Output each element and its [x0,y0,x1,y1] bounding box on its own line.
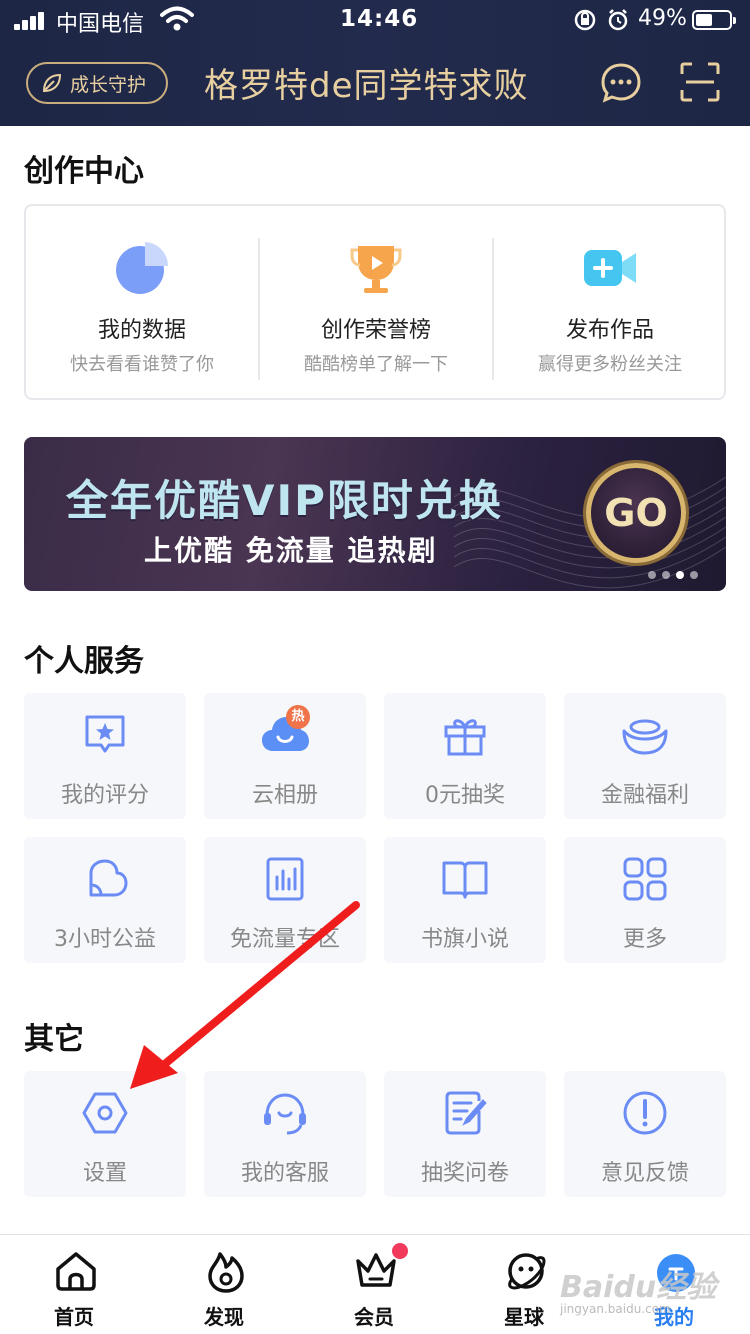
service-label: 更多 [622,927,667,952]
battery-icon [692,10,736,30]
growth-guard-button[interactable]: 成长守护 [26,62,168,104]
crown-icon [356,1253,396,1287]
signal-icon [14,10,46,30]
service-my-rating[interactable]: 我的评分 [24,693,186,819]
planet-icon [508,1253,546,1290]
service-label: 0元抽奖 [425,783,505,808]
creation-center-title: 创作中心 [24,154,144,189]
status-time: 14:46 [340,6,419,32]
tab-label: 会员 [354,1305,394,1329]
grid-icon [623,857,667,901]
tab-label: 我的 [654,1305,694,1329]
trophy-icon [350,246,402,293]
settings-entry[interactable]: 设置 [24,1071,186,1197]
page-dot [662,571,670,579]
star-chat-icon [85,715,125,753]
my-data-subtitle: 快去看看谁赞了你 [70,354,214,375]
data-icon [266,857,304,901]
service-label: 免流量专区 [229,927,340,952]
page-dot [690,571,698,579]
hot-badge: 热 [286,705,310,729]
home-icon [56,1252,96,1291]
service-label: 云相册 [251,783,318,808]
service-free-lottery[interactable]: 0元抽奖 [384,693,546,819]
my-data-title: 我的数据 [97,318,186,343]
tab-label: 首页 [54,1305,94,1329]
customer-service-entry[interactable]: 我的客服 [204,1071,366,1197]
leaf-icon [42,73,62,93]
flame-icon [208,1252,244,1293]
carrier-label: 中国电信 [56,12,145,37]
ingot-icon [622,719,668,755]
creation-card: 我的数据 快去看看谁赞了你 创作荣誉榜 酷酷榜单了解一下 发布作品 赢得更多粉丝… [24,204,726,400]
banner-page-indicator [648,571,698,579]
tab-mine[interactable]: 我的 [624,1235,724,1334]
service-more[interactable]: 更多 [564,837,726,963]
profile-icon [657,1254,695,1292]
bottom-tab-bar: 首页 发现 会员 星球 我的 [0,1234,750,1334]
service-label: 3小时公益 [54,927,156,952]
banner-go-button[interactable]: GO [586,463,686,563]
service-cloud-album[interactable]: 热 云相册 [204,693,366,819]
username[interactable]: 格罗特de同学特求败 [204,58,529,107]
top-header: 中国电信 14:46 49% 成长守护 格罗特de同学特求败 [0,0,750,126]
banner-subtitle: 上优酷 免流量 追热剧 [144,534,438,567]
battery-percent: 49% [638,6,687,31]
settings-icon [82,1092,128,1134]
lock-rotation-alarm-icon [574,9,628,31]
tab-planet[interactable]: 星球 [474,1235,574,1334]
honor-list-subtitle: 酷酷榜单了解一下 [304,354,448,375]
publish-work-entry[interactable]: 发布作品 赢得更多粉丝关注 [494,206,726,398]
tab-home[interactable]: 首页 [24,1235,124,1334]
scan-icon[interactable] [680,62,720,102]
tab-vip[interactable]: 会员 [324,1235,424,1334]
service-charity[interactable]: 3小时公益 [24,837,186,963]
service-free-data-zone[interactable]: 免流量专区 [204,837,366,963]
other-label: 抽奖问卷 [420,1161,509,1186]
notification-dot [392,1243,408,1259]
growth-guard-label: 成长守护 [70,73,147,96]
tab-label: 星球 [504,1305,544,1329]
service-label: 书旗小说 [420,927,509,952]
publish-work-subtitle: 赢得更多粉丝关注 [538,354,682,375]
page-dot-active [676,571,684,579]
service-shuqi-novel[interactable]: 书旗小说 [384,837,546,963]
honor-list-entry[interactable]: 创作荣誉榜 酷酷榜单了解一下 [260,206,492,398]
my-data-entry[interactable]: 我的数据 快去看看谁赞了你 [26,206,258,398]
service-label: 金融福利 [600,783,689,808]
other-label: 设置 [82,1161,127,1186]
tab-discover[interactable]: 发现 [174,1235,274,1334]
other-title: 其它 [24,1022,84,1057]
feedback-icon [623,1091,667,1135]
message-icon[interactable] [600,62,642,104]
vip-promo-banner[interactable]: 全年优酷VIP限时兑换 上优酷 免流量 追热剧 GO [24,437,726,591]
pie-chart-icon [116,242,168,294]
banner-title: 全年优酷VIP限时兑换 [66,476,503,525]
feedback-entry[interactable]: 意见反馈 [564,1071,726,1197]
other-label: 意见反馈 [600,1161,689,1186]
service-finance-benefits[interactable]: 金融福利 [564,693,726,819]
video-add-icon [584,250,636,286]
status-bar: 中国电信 14:46 49% [0,0,750,40]
gift-icon [444,719,486,756]
publish-work-title: 发布作品 [565,318,654,343]
personal-services-title: 个人服务 [24,644,144,679]
other-label: 我的客服 [240,1161,329,1186]
survey-icon [445,1091,487,1135]
book-icon [442,861,488,899]
tab-label: 发现 [204,1305,244,1329]
wifi-icon [160,6,194,31]
heart-icon [89,859,128,897]
honor-list-title: 创作荣誉榜 [320,318,431,343]
page-dot [648,571,656,579]
headset-icon [264,1093,306,1135]
service-label: 我的评分 [60,783,149,808]
lottery-survey-entry[interactable]: 抽奖问卷 [384,1071,546,1197]
